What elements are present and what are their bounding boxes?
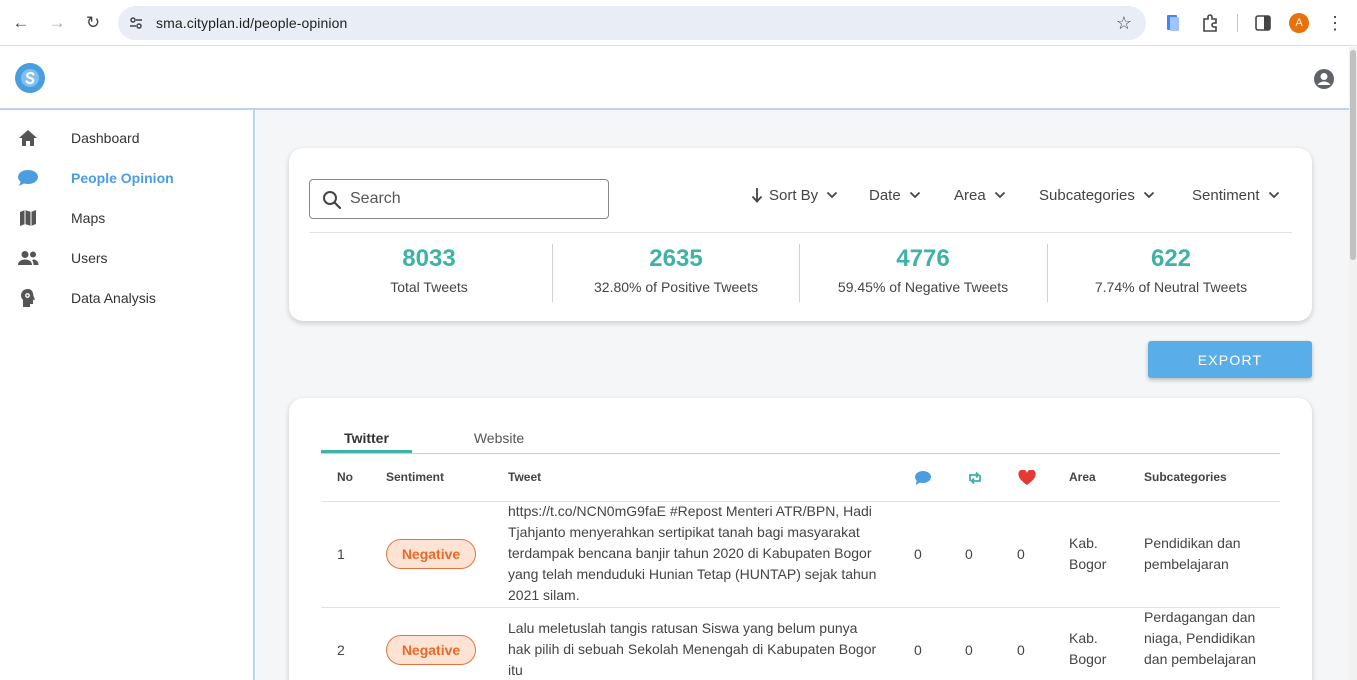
back-icon[interactable]: ← [7, 9, 35, 37]
address-bar[interactable]: sma.cityplan.id/people-opinion ☆ [118, 6, 1146, 40]
forward-icon[interactable]: → [43, 9, 71, 37]
sidebar-item-label: Maps [71, 210, 106, 226]
stat-value: 2635 [649, 245, 703, 272]
sort-by-button[interactable]: Sort By [751, 184, 838, 206]
users-icon [17, 248, 39, 268]
cell-replies: 0 [914, 642, 922, 658]
date-filter-label: Date [869, 186, 901, 204]
toolbar-divider [1237, 14, 1238, 32]
active-tab-indicator [321, 450, 412, 453]
sentiment-badge: Negative [386, 539, 476, 569]
sidebar-item-label: Users [71, 250, 108, 266]
browser-menu-icon[interactable]: ⋮ [1326, 12, 1344, 34]
home-icon [17, 128, 39, 148]
url-text[interactable]: sma.cityplan.id/people-opinion [156, 15, 347, 31]
column-header-tweet[interactable]: Tweet [508, 470, 541, 484]
cell-tweet: Lalu meletuslah tangis ratusan Siswa yan… [508, 620, 877, 678]
map-icon [17, 208, 39, 228]
column-header-subcategories[interactable]: Subcategories [1144, 470, 1227, 484]
stat-caption: Total Tweets [390, 279, 468, 295]
search-box[interactable] [309, 179, 609, 219]
sidebar-item-data-analysis[interactable]: Data Analysis [0, 278, 253, 318]
sort-by-label: Sort By [769, 186, 819, 204]
stat-caption: 59.45% of Negative Tweets [837, 279, 1009, 295]
chat-bubble-icon [17, 168, 39, 188]
source-tabs: Twitter Website [321, 430, 1280, 454]
chevron-down-icon [994, 191, 1005, 199]
sentiment-filter-button[interactable]: Sentiment [1192, 184, 1280, 206]
cell-replies: 0 [914, 546, 922, 562]
sidebar-item-maps[interactable]: Maps [0, 198, 253, 238]
search-icon [323, 191, 342, 210]
export-button[interactable]: EXPORT [1148, 341, 1312, 378]
subcategories-filter-label: Subcategories [1039, 186, 1135, 204]
chevron-down-icon [909, 191, 920, 199]
browser-toolbar: ← → ↻ sma.cityplan.id/people-opinion ☆ A… [0, 0, 1357, 46]
sidebar-item-label: Data Analysis [71, 290, 156, 306]
stat-negative-tweets: 4776 59.45% of Negative Tweets [800, 244, 1046, 302]
stat-caption: 7.74% of Neutral Tweets [1094, 279, 1248, 295]
cell-area: Kab. Bogor [1069, 630, 1107, 667]
sidebar-item-label: Dashboard [71, 130, 140, 146]
sidebar-item-label: People Opinion [71, 170, 174, 186]
stat-total-tweets: 8033 Total Tweets [306, 244, 552, 302]
cell-subcategories: Pendidikan dan pembelajaran [1144, 535, 1241, 572]
replies-column-icon[interactable] [914, 470, 932, 486]
cell-subcategories: Perdagangan dan niaga, Pendidikan dan pe… [1144, 609, 1257, 667]
cell-no: 1 [337, 546, 345, 562]
account-circle-icon[interactable] [1313, 68, 1335, 90]
cell-no: 2 [337, 642, 345, 658]
extension-docs-icon[interactable] [1161, 11, 1185, 35]
sidebar-item-dashboard[interactable]: Dashboard [0, 118, 253, 158]
tab-website[interactable]: Website [449, 430, 549, 454]
chevron-down-icon [827, 191, 838, 199]
column-header-sentiment[interactable]: Sentiment [386, 470, 444, 484]
side-panel-icon[interactable] [1251, 11, 1275, 35]
app-header [0, 47, 1357, 110]
reload-icon[interactable]: ↻ [79, 9, 107, 37]
area-filter-label: Area [954, 186, 986, 204]
stat-value: 8033 [402, 245, 456, 272]
subcategories-filter-button[interactable]: Subcategories [1039, 184, 1155, 206]
retweet-column-icon[interactable] [967, 471, 983, 485]
cell-retweets: 0 [965, 642, 973, 658]
site-settings-icon[interactable] [128, 15, 144, 31]
column-header-no[interactable]: No [337, 470, 353, 484]
bookmark-star-icon[interactable]: ☆ [1116, 13, 1132, 34]
tweets-table-card: Twitter Website No Sentiment Tweet Area … [289, 398, 1312, 680]
chevron-down-icon [1268, 191, 1279, 199]
arrow-down-icon [751, 188, 763, 203]
sidebar: Dashboard People Opinion Maps Users Data… [0, 110, 255, 680]
stat-caption: 32.80% of Positive Tweets [594, 279, 758, 295]
sidebar-item-people-opinion[interactable]: People Opinion [0, 158, 253, 198]
extensions-puzzle-icon[interactable] [1198, 11, 1222, 35]
chevron-down-icon [1143, 191, 1155, 199]
sidebar-item-users[interactable]: Users [0, 238, 253, 278]
stat-positive-tweets: 2635 32.80% of Positive Tweets [553, 244, 799, 302]
sentiment-filter-label: Sentiment [1192, 186, 1260, 204]
page-scrollbar-thumb[interactable] [1350, 50, 1356, 260]
cell-likes: 0 [1017, 642, 1025, 658]
app-logo[interactable] [15, 63, 45, 93]
divider [309, 232, 1292, 233]
cell-area: Kab. Bogor [1069, 535, 1107, 572]
search-input[interactable] [350, 186, 600, 212]
heart-column-icon[interactable] [1018, 470, 1036, 486]
stat-value: 622 [1150, 245, 1192, 272]
area-filter-button[interactable]: Area [954, 184, 1006, 206]
column-header-area[interactable]: Area [1069, 470, 1096, 484]
head-gear-icon [17, 288, 39, 308]
cell-retweets: 0 [965, 546, 973, 562]
cell-tweet: https://t.co/NCN0mG9faE #Repost Menteri … [508, 503, 877, 603]
date-filter-button[interactable]: Date [869, 184, 921, 206]
row-divider [321, 607, 1280, 608]
sentiment-badge: Negative [386, 635, 476, 665]
profile-avatar[interactable]: A [1289, 13, 1309, 33]
main-content: Sort By Date Area Subcategories Sentimen… [256, 110, 1349, 680]
cell-likes: 0 [1017, 546, 1025, 562]
stat-value: 4776 [896, 245, 950, 272]
filter-card: Sort By Date Area Subcategories Sentimen… [289, 148, 1312, 321]
stat-neutral-tweets: 622 7.74% of Neutral Tweets [1048, 244, 1294, 302]
